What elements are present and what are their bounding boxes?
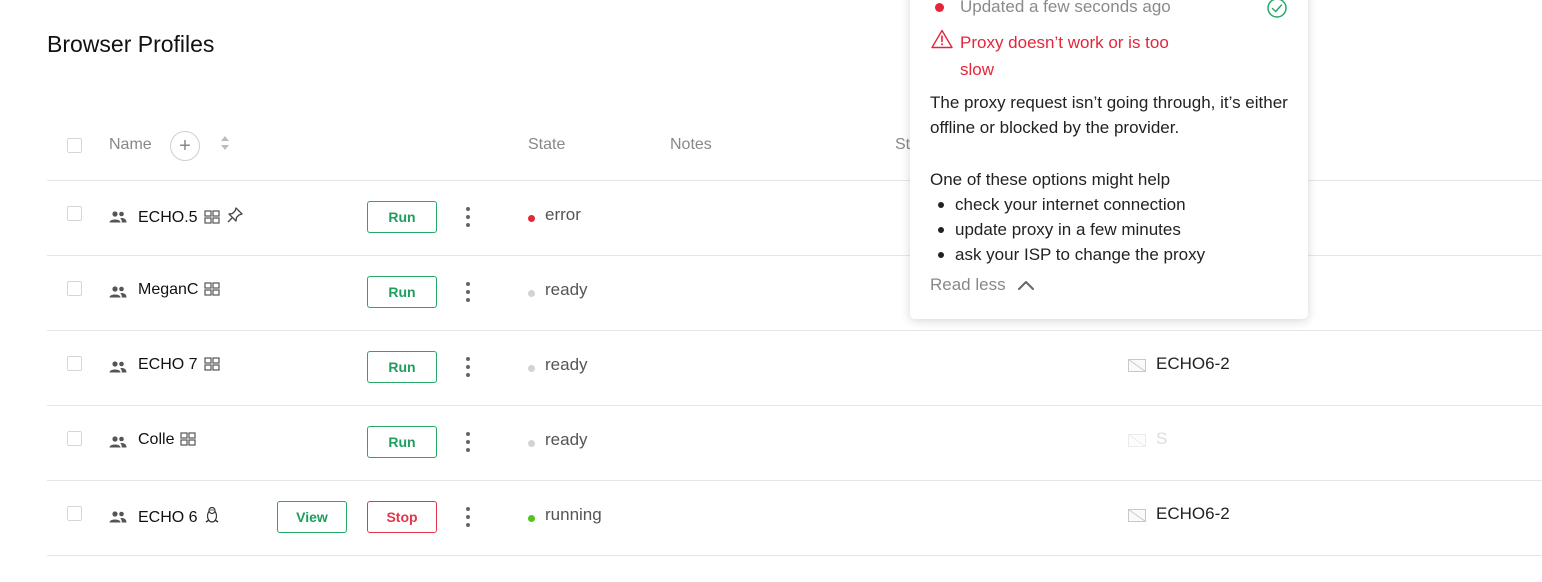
proxy-name[interactable]: S [1156, 429, 1167, 449]
select-all-checkbox[interactable] [67, 138, 82, 153]
sort-icon[interactable] [219, 134, 231, 152]
page-title: Browser Profiles [47, 31, 215, 57]
windows-icon [203, 210, 220, 224]
profile-name[interactable]: Colle [138, 431, 197, 449]
profile-name-text[interactable]: Colle [138, 431, 174, 448]
proxy-name[interactable]: ECHO6-2 [1156, 354, 1230, 374]
windows-icon [180, 432, 197, 446]
more-options-icon[interactable] [465, 280, 471, 304]
help-intro: One of these options might help [930, 170, 1171, 189]
table-header: Name + State Notes St [47, 110, 1542, 181]
state-indicator-dot [528, 215, 535, 222]
row-checkbox[interactable] [67, 206, 82, 221]
state-label: error [545, 205, 581, 224]
windows-icon [204, 282, 221, 296]
plus-icon: + [179, 135, 191, 157]
linux-icon [205, 506, 218, 523]
state-label: ready [545, 280, 588, 299]
more-options-icon[interactable] [465, 205, 471, 229]
state-indicator-dot [528, 290, 535, 297]
view-button[interactable]: View [277, 501, 347, 533]
add-profile-button[interactable]: + [170, 131, 200, 161]
column-header-notes[interactable]: Notes [670, 136, 712, 154]
profile-name-text[interactable]: ECHO 7 [138, 356, 198, 373]
more-options-icon[interactable] [465, 355, 471, 379]
state-label: ready [545, 430, 588, 449]
list-item: ask your ISP to change the proxy [930, 242, 1290, 267]
proxy-name[interactable]: ECHO6-2 [1156, 504, 1230, 524]
error-status-dot [935, 3, 944, 12]
run-button[interactable]: Run [367, 201, 437, 233]
profile-name-text[interactable]: MeganC [138, 281, 198, 298]
profile-name-text[interactable]: ECHO.5 [138, 209, 198, 226]
list-item: check your internet connection [930, 192, 1290, 217]
table-row[interactable]: Colle Run ready S [47, 406, 1542, 481]
state-indicator-dot [528, 365, 535, 372]
more-options-icon[interactable] [465, 505, 471, 529]
flag-icon [1128, 509, 1146, 522]
flag-icon [1128, 359, 1146, 372]
more-options-icon[interactable] [465, 430, 471, 454]
help-options-list: check your internet connection update pr… [930, 192, 1290, 267]
people-icon [109, 511, 127, 523]
check-circle-icon[interactable] [1266, 0, 1288, 19]
people-icon [109, 286, 127, 298]
column-header-status[interactable]: St [895, 136, 910, 154]
state-label: running [545, 505, 602, 524]
row-checkbox[interactable] [67, 431, 82, 446]
table-row[interactable]: ECHO 6 View Stop running ECHO6-2 [47, 481, 1542, 556]
proxy-error-popover: Updated a few seconds ago Proxy doesn’t … [910, 0, 1308, 319]
table-row[interactable]: ECHO.5 Run error [47, 181, 1542, 256]
state-indicator-dot [528, 440, 535, 447]
row-checkbox[interactable] [67, 356, 82, 371]
proxy-warning-message: Proxy doesn’t work or is too slow [960, 33, 1169, 79]
profile-name[interactable]: ECHO.5 [138, 206, 244, 227]
column-header-state[interactable]: State [528, 136, 565, 154]
profile-name[interactable]: ECHO 7 [138, 356, 220, 374]
table-row[interactable]: MeganC Run ready [47, 256, 1542, 331]
flag-icon [1128, 434, 1146, 447]
profile-name-text[interactable]: ECHO 6 [138, 509, 198, 526]
people-icon [109, 211, 127, 223]
stop-button[interactable]: Stop [367, 501, 437, 533]
row-checkbox[interactable] [67, 506, 82, 521]
run-button[interactable]: Run [367, 351, 437, 383]
people-icon [109, 361, 127, 373]
run-button[interactable]: Run [367, 276, 437, 308]
people-icon [109, 436, 127, 448]
windows-icon [203, 357, 220, 371]
list-item: update proxy in a few minutes [930, 217, 1290, 242]
warning-icon [931, 29, 953, 49]
profile-name[interactable]: ECHO 6 [138, 506, 220, 527]
column-header-name[interactable]: Name [109, 136, 152, 154]
pin-icon[interactable] [226, 206, 244, 224]
chevron-up-icon[interactable] [1017, 279, 1035, 291]
read-less-link[interactable]: Read less [930, 275, 1006, 295]
state-label: ready [545, 355, 588, 374]
row-checkbox[interactable] [67, 281, 82, 296]
state-indicator-dot [528, 515, 535, 522]
proxy-error-description: The proxy request isn’t going through, i… [930, 93, 1288, 137]
run-button[interactable]: Run [367, 426, 437, 458]
profile-name[interactable]: MeganC [138, 281, 221, 299]
proxy-updated-text: Updated a few seconds ago [960, 0, 1171, 16]
table-row[interactable]: ECHO 7 Run ready ECHO6-2 [47, 331, 1542, 406]
